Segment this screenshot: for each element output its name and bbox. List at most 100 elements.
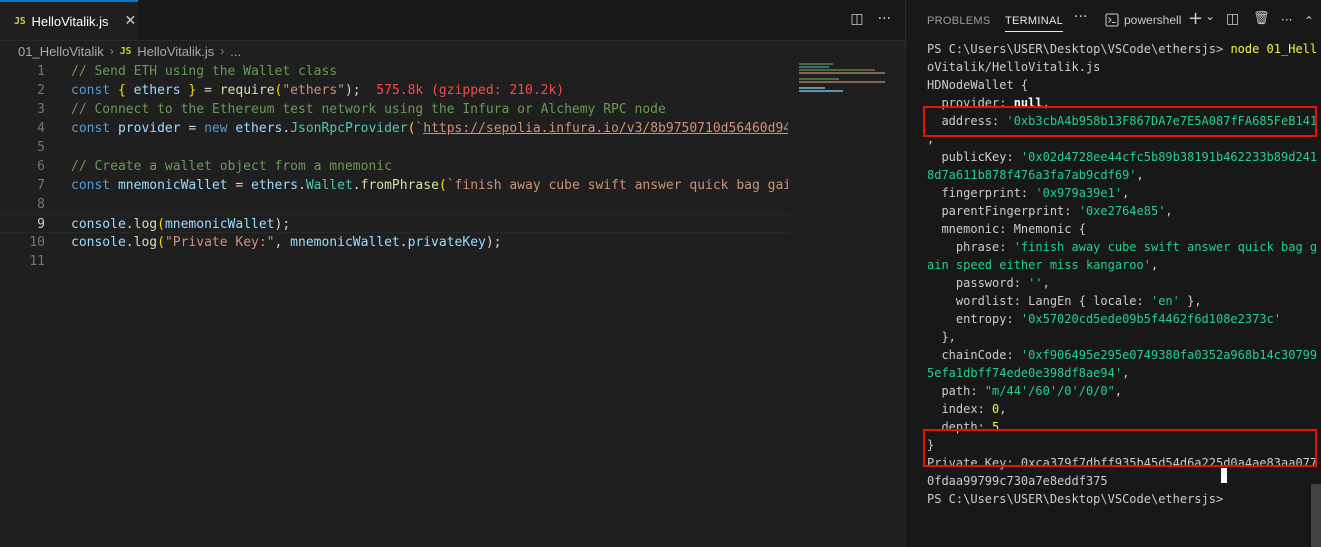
split-terminal-icon[interactable]: ◫: [1226, 11, 1239, 27]
code-token: require: [219, 83, 275, 98]
code-token: );: [485, 235, 502, 250]
terminal-line: 0fdaa99799c730a7e8eddf375: [927, 472, 1108, 490]
terminal-icon: [1105, 13, 1119, 27]
code-text: // Connect to the Ethereum test network …: [71, 100, 788, 119]
line-number: 7: [37, 178, 45, 193]
code-text: console.log("Private Key:", mnemonicWall…: [71, 233, 788, 252]
terminal-token: mnemonic: Mnemonic {: [927, 222, 1086, 236]
code-editor[interactable]: 1 // Send ETH using the Wallet class 2 cons…: [0, 62, 790, 547]
code-line[interactable]: 5: [0, 138, 790, 157]
terminal-cursor: [1221, 468, 1227, 483]
code-token: );: [274, 217, 291, 232]
terminal-token: 'finish away cube swift answer quick bag…: [1013, 240, 1318, 254]
line-number: 10: [29, 235, 45, 250]
code-line[interactable]: 3 // Connect to the Ethereum test network…: [0, 100, 790, 119]
code-token: console: [71, 217, 126, 232]
code-token: 575.8k (gzipped: 210.2k): [360, 83, 565, 98]
terminal-token: fingerprint:: [927, 186, 1036, 200]
minimap-line: [799, 72, 885, 74]
split-editor-icon[interactable]: ◫: [850, 11, 863, 27]
terminal-token: publicKey:: [927, 150, 1021, 164]
breadcrumb-folder[interactable]: 01_HelloVitalik: [18, 44, 104, 59]
code-line[interactable]: 9 console.log(mnemonicWallet);: [0, 214, 790, 233]
code-token: (: [438, 178, 447, 193]
code-text: const mnemonicWallet = ethers.Wallet.fro…: [71, 176, 788, 195]
terminal-token: ,: [1165, 204, 1173, 218]
more-icon[interactable]: ···: [1074, 9, 1087, 25]
more-icon[interactable]: ···: [1281, 13, 1292, 27]
code-line[interactable]: 4 const provider = new ethers.JsonRpcProv…: [0, 119, 790, 138]
code-token: .: [399, 235, 408, 250]
line-number: 3: [37, 102, 45, 117]
code-line[interactable]: 10 console.log("Private Key:", mnemonicWa…: [0, 233, 790, 252]
code-token: {: [117, 83, 134, 98]
terminal-token: chainCode:: [927, 348, 1021, 362]
chevron-up-icon[interactable]: ⌃: [1304, 14, 1314, 28]
code-line[interactable]: 1 // Send ETH using the Wallet class: [0, 62, 790, 81]
line-number: 9: [37, 217, 45, 232]
terminal-token: ain speed either miss kangaroo': [927, 258, 1151, 272]
code-token: console: [71, 235, 126, 250]
terminal-token: wordlist: LangEn { locale:: [927, 294, 1151, 308]
code-token: =: [227, 178, 252, 193]
trash-icon[interactable]: 🗑: [1253, 11, 1270, 26]
terminal-token: '0xf906495e295e0749380fa0352a968b14c3079…: [1020, 348, 1318, 362]
code-line[interactable]: 11: [0, 252, 790, 271]
shell-selector[interactable]: powershell: [1105, 13, 1181, 27]
code-token: .: [125, 235, 134, 250]
terminal-line: chainCode: '0xf906495e295e0749380fa0352a…: [927, 346, 1317, 364]
code-token: // Create a wallet object from a mnemoni…: [71, 159, 392, 174]
terminal-token: },: [927, 330, 956, 344]
terminal-token: parentFingerprint:: [927, 204, 1079, 218]
line-number: 8: [37, 197, 45, 212]
code-token: // Send ETH using the Wallet class: [71, 64, 338, 79]
chevron-right-icon: ›: [109, 44, 114, 58]
code-line[interactable]: 2 const { ethers } = require("ethers"); 5…: [0, 81, 790, 100]
code-token: "Private Key:": [164, 235, 275, 250]
code-token: }: [180, 83, 205, 98]
add-terminal-icon[interactable]: +: [1188, 8, 1203, 29]
minimap-line: [799, 63, 833, 65]
terminal-token: entropy:: [927, 312, 1021, 326]
code-token: privateKey: [407, 235, 486, 250]
terminal-line: PS C:\Users\USER\Desktop\VSCode\ethersjs…: [927, 490, 1230, 508]
code-text: // Send ETH using the Wallet class: [71, 62, 788, 81]
terminal-token: ,: [999, 402, 1007, 416]
terminal-line: phrase: 'finish away cube swift answer q…: [927, 238, 1317, 256]
breadcrumb-symbol[interactable]: ...: [230, 44, 241, 59]
line-number: 2: [37, 83, 45, 98]
terminal-token: ,: [1150, 258, 1159, 272]
terminal-token: oVitalik/HelloVitalik.js: [927, 60, 1101, 74]
code-token: JsonRpcProvider: [290, 121, 408, 136]
minimap-line: [799, 90, 843, 92]
terminal-line: password: '',: [927, 274, 1050, 292]
breadcrumb-file[interactable]: HelloVitalik.js: [137, 44, 214, 59]
minimap-line: [799, 81, 885, 83]
minimap-line: [799, 78, 839, 80]
chevron-down-icon[interactable]: ⌄: [1205, 9, 1215, 23]
terminal-token: "m/44'/60'/0'/0/0": [984, 384, 1115, 398]
minimap[interactable]: [797, 62, 887, 122]
code-token: .: [282, 121, 291, 136]
line-number: 6: [37, 159, 45, 174]
tab-terminal[interactable]: TERMINAL: [1005, 15, 1064, 32]
close-icon[interactable]: ✕: [125, 13, 137, 29]
terminal-token: index:: [927, 402, 993, 416]
code-line[interactable]: 7 const mnemonicWallet = ethers.Wallet.fr…: [0, 176, 790, 195]
terminal-line: ain speed either miss kangaroo',: [927, 256, 1158, 274]
terminal-token: path:: [927, 384, 985, 398]
code-line[interactable]: 8: [0, 195, 790, 214]
private-key-highlight-box: [923, 429, 1317, 467]
minimap-line: [799, 69, 875, 71]
chevron-right-icon: ›: [220, 44, 225, 58]
terminal-scrollbar[interactable]: [1311, 484, 1321, 547]
code-line[interactable]: 6 // Create a wallet object from a mnemon…: [0, 157, 790, 176]
tab-problems[interactable]: PROBLEMS: [927, 15, 991, 27]
terminal-token: PS C:\Users\USER\Desktop\VSCode\ethersjs…: [927, 492, 1231, 506]
more-actions-icon[interactable]: ···: [878, 11, 891, 27]
line-number: 4: [37, 121, 45, 136]
terminal-panel: PROBLEMS TERMINAL ··· powershell + ⌄ ◫ 🗑…: [906, 0, 1321, 547]
terminal-token: '0xe2764e85': [1078, 204, 1166, 218]
tab-hellovitalik[interactable]: JS HelloVitalik.js ✕: [0, 0, 138, 40]
code-token: const: [71, 83, 118, 98]
